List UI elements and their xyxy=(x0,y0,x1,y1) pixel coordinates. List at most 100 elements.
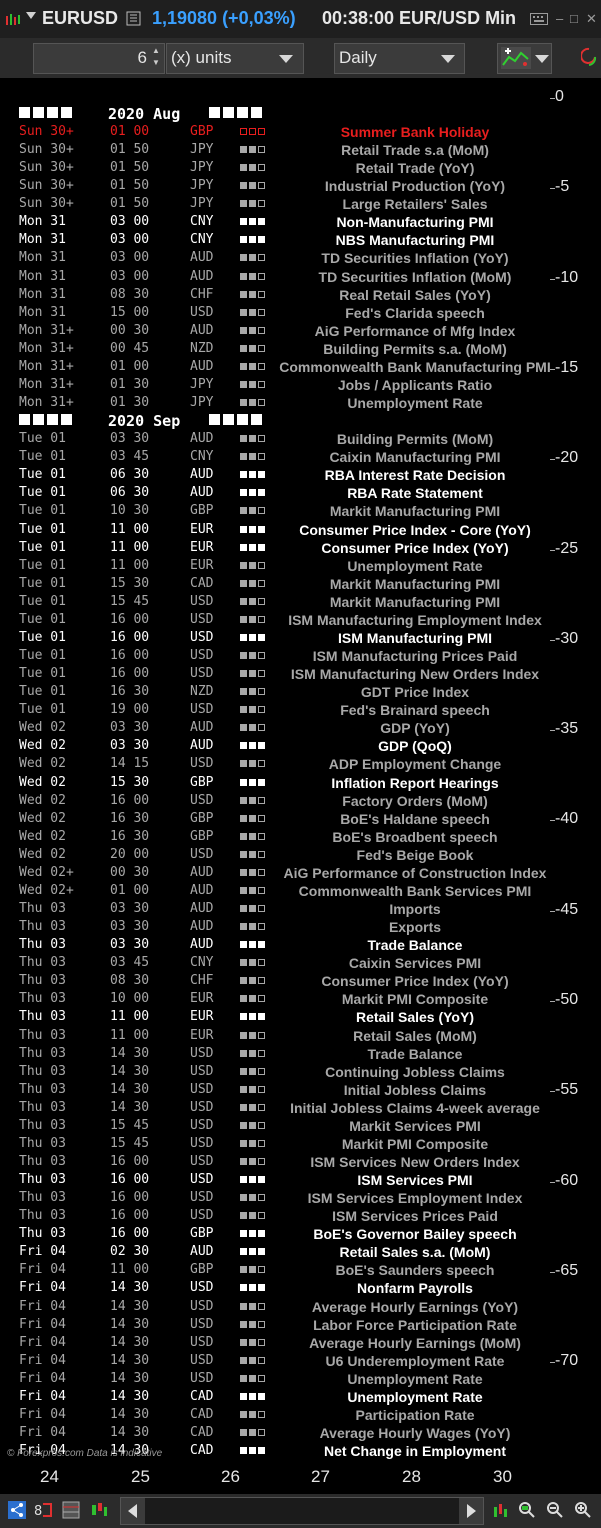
calendar-event-row[interactable]: Tue 01 06 30 AUD RBA Interest Rate Decision xyxy=(7,466,550,484)
calendar-event-row[interactable]: Sun 30+ 01 50 JPY Industrial Production (Yo… xyxy=(7,177,550,195)
calendar-event-row[interactable]: Thu 03 16 00 USD ISM Services PMI xyxy=(7,1171,550,1189)
calendar-event-row[interactable]: Fri 04 14 30 USD Unemployment Rate xyxy=(7,1370,550,1388)
calendar-event-row[interactable]: Tue 01 19 00 USD Fed's Brainard speech xyxy=(7,701,550,719)
calendar-event-row[interactable]: Wed 02+ 01 00 AUD Commonwealth Bank Service… xyxy=(7,882,550,900)
calendar-event-row[interactable]: Thu 03 14 30 USD Trade Balance xyxy=(7,1045,550,1063)
calendar-event-row[interactable]: Thu 03 11 00 EUR Retail Sales (MoM) xyxy=(7,1027,550,1045)
calendar-event-row[interactable]: Tue 01 16 00 USD ISM Manufacturing Employme… xyxy=(7,611,550,629)
calendar-event-row[interactable]: Mon 31+ 00 30 AUD AiG Performance of Mfg In… xyxy=(7,322,550,340)
indicator-menu-button[interactable] xyxy=(497,43,552,74)
calendar-event-row[interactable]: Thu 03 11 00 EUR Retail Sales (YoY) xyxy=(7,1008,550,1026)
calendar-event-row[interactable]: Thu 03 15 45 USD Markit Services PMI xyxy=(7,1117,550,1135)
calendar-event-row[interactable]: Sun 30+ 01 50 JPY Retail Trade (YoY) xyxy=(7,159,550,177)
horizontal-scrollbar[interactable] xyxy=(120,1497,484,1525)
calendar-event-row[interactable]: Sun 30+ 01 50 JPY Large Retailers' Sales xyxy=(7,195,550,213)
calendar-event-row[interactable]: Thu 03 16 00 USD ISM Services New Orders In… xyxy=(7,1153,550,1171)
calendar-event-row[interactable]: Wed 02 15 30 GBP Inflation Report Hearings xyxy=(7,774,550,792)
calendar-event-row[interactable]: Fri 04 14 30 USD Average Hourly Earnings (Y… xyxy=(7,1298,550,1316)
calendar-event-row[interactable]: Wed 02 03 30 AUD GDP (QoQ) xyxy=(7,737,550,755)
calendar-event-row[interactable]: Mon 31+ 00 45 NZD Building Permits s.a. (Mo… xyxy=(7,340,550,358)
calendar-event-row[interactable]: Tue 01 16 30 NZD GDT Price Index xyxy=(7,683,550,701)
close-icon[interactable]: ✕ xyxy=(586,11,597,27)
calendar-event-row[interactable]: Tue 01 15 45 USD Markit Manufacturing PMI xyxy=(7,593,550,611)
calendar-event-row[interactable]: Mon 31 03 00 AUD TD Securities Inflation (Y… xyxy=(7,249,550,267)
units-stepper[interactable]: 6 ▲ ▼ xyxy=(33,43,165,74)
calendar-event-row[interactable]: Mon 31 03 00 CNY NBS Manufacturing PMI xyxy=(7,231,550,249)
calendar-event-row[interactable]: Fri 04 14 30 USD Nonfarm Payrolls xyxy=(7,1279,550,1297)
calendar-event-row[interactable]: Fri 04 02 30 AUD Retail Sales s.a. (MoM) xyxy=(7,1243,550,1261)
chevron-down-icon[interactable] xyxy=(441,55,455,63)
calendar-event-row[interactable]: Fri 04 14 30 USD Average Hourly Earnings (M… xyxy=(7,1334,550,1352)
calendar-event-row[interactable]: Thu 03 03 30 AUD Trade Balance xyxy=(7,936,550,954)
calendar-event-row[interactable]: Thu 03 14 30 USD Continuing Jobless Claims xyxy=(7,1063,550,1081)
calendar-event-row[interactable]: Thu 03 03 45 CNY Caixin Services PMI xyxy=(7,954,550,972)
calendar-event-row[interactable]: Mon 31+ 01 00 AUD Commonwealth Bank Manufac… xyxy=(7,358,550,376)
zoom-in-icon[interactable] xyxy=(574,1501,592,1519)
calendar-event-row[interactable]: Tue 01 15 30 CAD Markit Manufacturing PMI xyxy=(7,575,550,593)
calendar-event-row[interactable]: Fri 04 11 00 GBP BoE's Saunders speech xyxy=(7,1261,550,1279)
calendar-event-row[interactable]: Mon 31 08 30 CHF Real Retail Sales (YoY) xyxy=(7,286,550,304)
calendar-event-row[interactable]: Fri 04 14 30 USD Labor Force Participation … xyxy=(7,1316,550,1334)
calendar-event-row[interactable]: Thu 03 08 30 CHF Consumer Price Index (YoY) xyxy=(7,972,550,990)
calendar-event-row[interactable]: Thu 03 15 45 USD Markit PMI Composite xyxy=(7,1135,550,1153)
units-value[interactable]: 6 xyxy=(138,48,147,68)
calendar-event-row[interactable]: Fri 04 14 30 CAD Unemployment Rate xyxy=(7,1388,550,1406)
side-panel-button[interactable] xyxy=(576,40,601,74)
calendar-event-row[interactable]: Mon 31+ 01 30 JPY Jobs / Applicants Ratio xyxy=(7,376,550,394)
zoom-out-icon[interactable] xyxy=(546,1501,564,1519)
units-dropdown[interactable]: (x) units xyxy=(166,43,304,74)
calendar-event-row[interactable]: Tue 01 16 00 USD ISM Manufacturing New Orde… xyxy=(7,665,550,683)
symbol-dropdown-icon[interactable] xyxy=(26,12,36,19)
price-axis[interactable]: 0 -5 -10 -15 -20 -25 -30 -35 -40 -45 -50 -55 -60 -65 -… xyxy=(550,80,601,1461)
calendar-event-row[interactable]: Tue 01 16 00 USD ISM Manufacturing PMI xyxy=(7,629,550,647)
chart-type-icon[interactable] xyxy=(126,11,141,26)
calendar-event-row[interactable]: Wed 02+ 00 30 AUD AiG Performance of Constr… xyxy=(7,864,550,882)
keyboard-icon[interactable] xyxy=(530,13,548,25)
calendar-event-row[interactable]: Tue 01 03 45 CNY Caixin Manufacturing PMI xyxy=(7,448,550,466)
chevron-down-icon[interactable] xyxy=(279,55,293,63)
autoscale-icon[interactable] xyxy=(492,1501,510,1519)
calendar-event-row[interactable]: Tue 01 11 00 EUR Consumer Price Index (YoY) xyxy=(7,539,550,557)
calendar-event-row[interactable]: Mon 31 15 00 USD Fed's Clarida speech xyxy=(7,304,550,322)
calendar-event-row[interactable]: Wed 02 03 30 AUD GDP (YoY) xyxy=(7,719,550,737)
calendar-event-row[interactable]: Tue 01 11 00 EUR Consumer Price Index - Cor… xyxy=(7,521,550,539)
calendar-event-row[interactable]: Thu 03 10 00 EUR Markit PMI Composite xyxy=(7,990,550,1008)
calendar-event-row[interactable]: Tue 01 16 00 USD ISM Manufacturing Prices P… xyxy=(7,647,550,665)
calendar-event-row[interactable]: Thu 03 14 30 USD Initial Jobless Claims xyxy=(7,1081,550,1099)
zoom-fit-icon[interactable] xyxy=(518,1501,536,1519)
minimize-icon[interactable]: – xyxy=(556,11,563,26)
app-logo-icon[interactable] xyxy=(5,13,21,27)
calendar-event-row[interactable]: Tue 01 11 00 EUR Unemployment Rate xyxy=(7,557,550,575)
calendar-event-row[interactable]: Thu 03 16 00 USD ISM Services Employment In… xyxy=(7,1189,550,1207)
maximize-icon[interactable]: □ xyxy=(570,11,578,26)
calendar-event-row[interactable]: Fri 04 14 30 CAD Average Hourly Wages (YoY) xyxy=(7,1424,550,1442)
calendar-event-row[interactable]: Mon 31 03 00 CNY Non-Manufacturing PMI xyxy=(7,213,550,231)
share-icon[interactable] xyxy=(8,1501,26,1519)
stepper-arrows-icon[interactable]: ▲ ▼ xyxy=(150,45,162,71)
scroll-left-button[interactable] xyxy=(121,1498,145,1524)
calendar-event-row[interactable]: Mon 31 03 00 AUD TD Securities Inflation (M… xyxy=(7,268,550,286)
calendar-event-row[interactable]: Fri 04 14 30 CAD Participation Rate xyxy=(7,1406,550,1424)
calendar-event-row[interactable]: Wed 02 14 15 USD ADP Employment Change xyxy=(7,755,550,773)
calendar-event-row[interactable]: Wed 02 16 30 GBP BoE's Haldane speech xyxy=(7,810,550,828)
calendar-event-row[interactable]: Thu 03 16 00 USD ISM Services Prices Paid xyxy=(7,1207,550,1225)
compare-icon[interactable]: 8 xyxy=(34,1501,52,1519)
calendar-event-row[interactable]: Tue 01 10 30 GBP Markit Manufacturing PMI xyxy=(7,502,550,520)
calendar-event-row[interactable]: Tue 01 03 30 AUD Building Permits (MoM) xyxy=(7,430,550,448)
chevron-down-icon[interactable] xyxy=(535,55,549,63)
time-axis[interactable]: 24 25 26 27 28 30 xyxy=(0,1461,601,1494)
table-icon[interactable] xyxy=(62,1501,80,1519)
calendar-event-row[interactable]: Wed 02 16 30 GBP BoE's Broadbent speech xyxy=(7,828,550,846)
calendar-event-row[interactable]: Sun 30+ 01 50 JPY Retail Trade s.a (MoM) xyxy=(7,141,550,159)
calendar-event-row[interactable]: Mon 31+ 01 30 JPY Unemployment Rate xyxy=(7,394,550,412)
calendar-event-row[interactable]: Wed 02 20 00 USD Fed's Beige Book xyxy=(7,846,550,864)
calendar-event-row[interactable]: Wed 02 16 00 USD Factory Orders (MoM) xyxy=(7,792,550,810)
calendar-event-row[interactable]: Thu 03 03 30 AUD Imports xyxy=(7,900,550,918)
candles-icon[interactable] xyxy=(90,1501,108,1519)
calendar-event-row[interactable]: Sun 30+ 01 00 GBP Summer Bank Holiday xyxy=(7,123,550,141)
calendar-event-row[interactable]: Thu 03 16 00 GBP BoE's Governor Bailey spee… xyxy=(7,1225,550,1243)
symbol-label[interactable]: EURUSD xyxy=(42,8,118,29)
calendar-event-row[interactable]: Thu 03 14 30 USD Initial Jobless Claims 4-w… xyxy=(7,1099,550,1117)
calendar-event-row[interactable]: Fri 04 14 30 USD U6 Underemployment Rate xyxy=(7,1352,550,1370)
scroll-right-button[interactable] xyxy=(459,1498,483,1524)
